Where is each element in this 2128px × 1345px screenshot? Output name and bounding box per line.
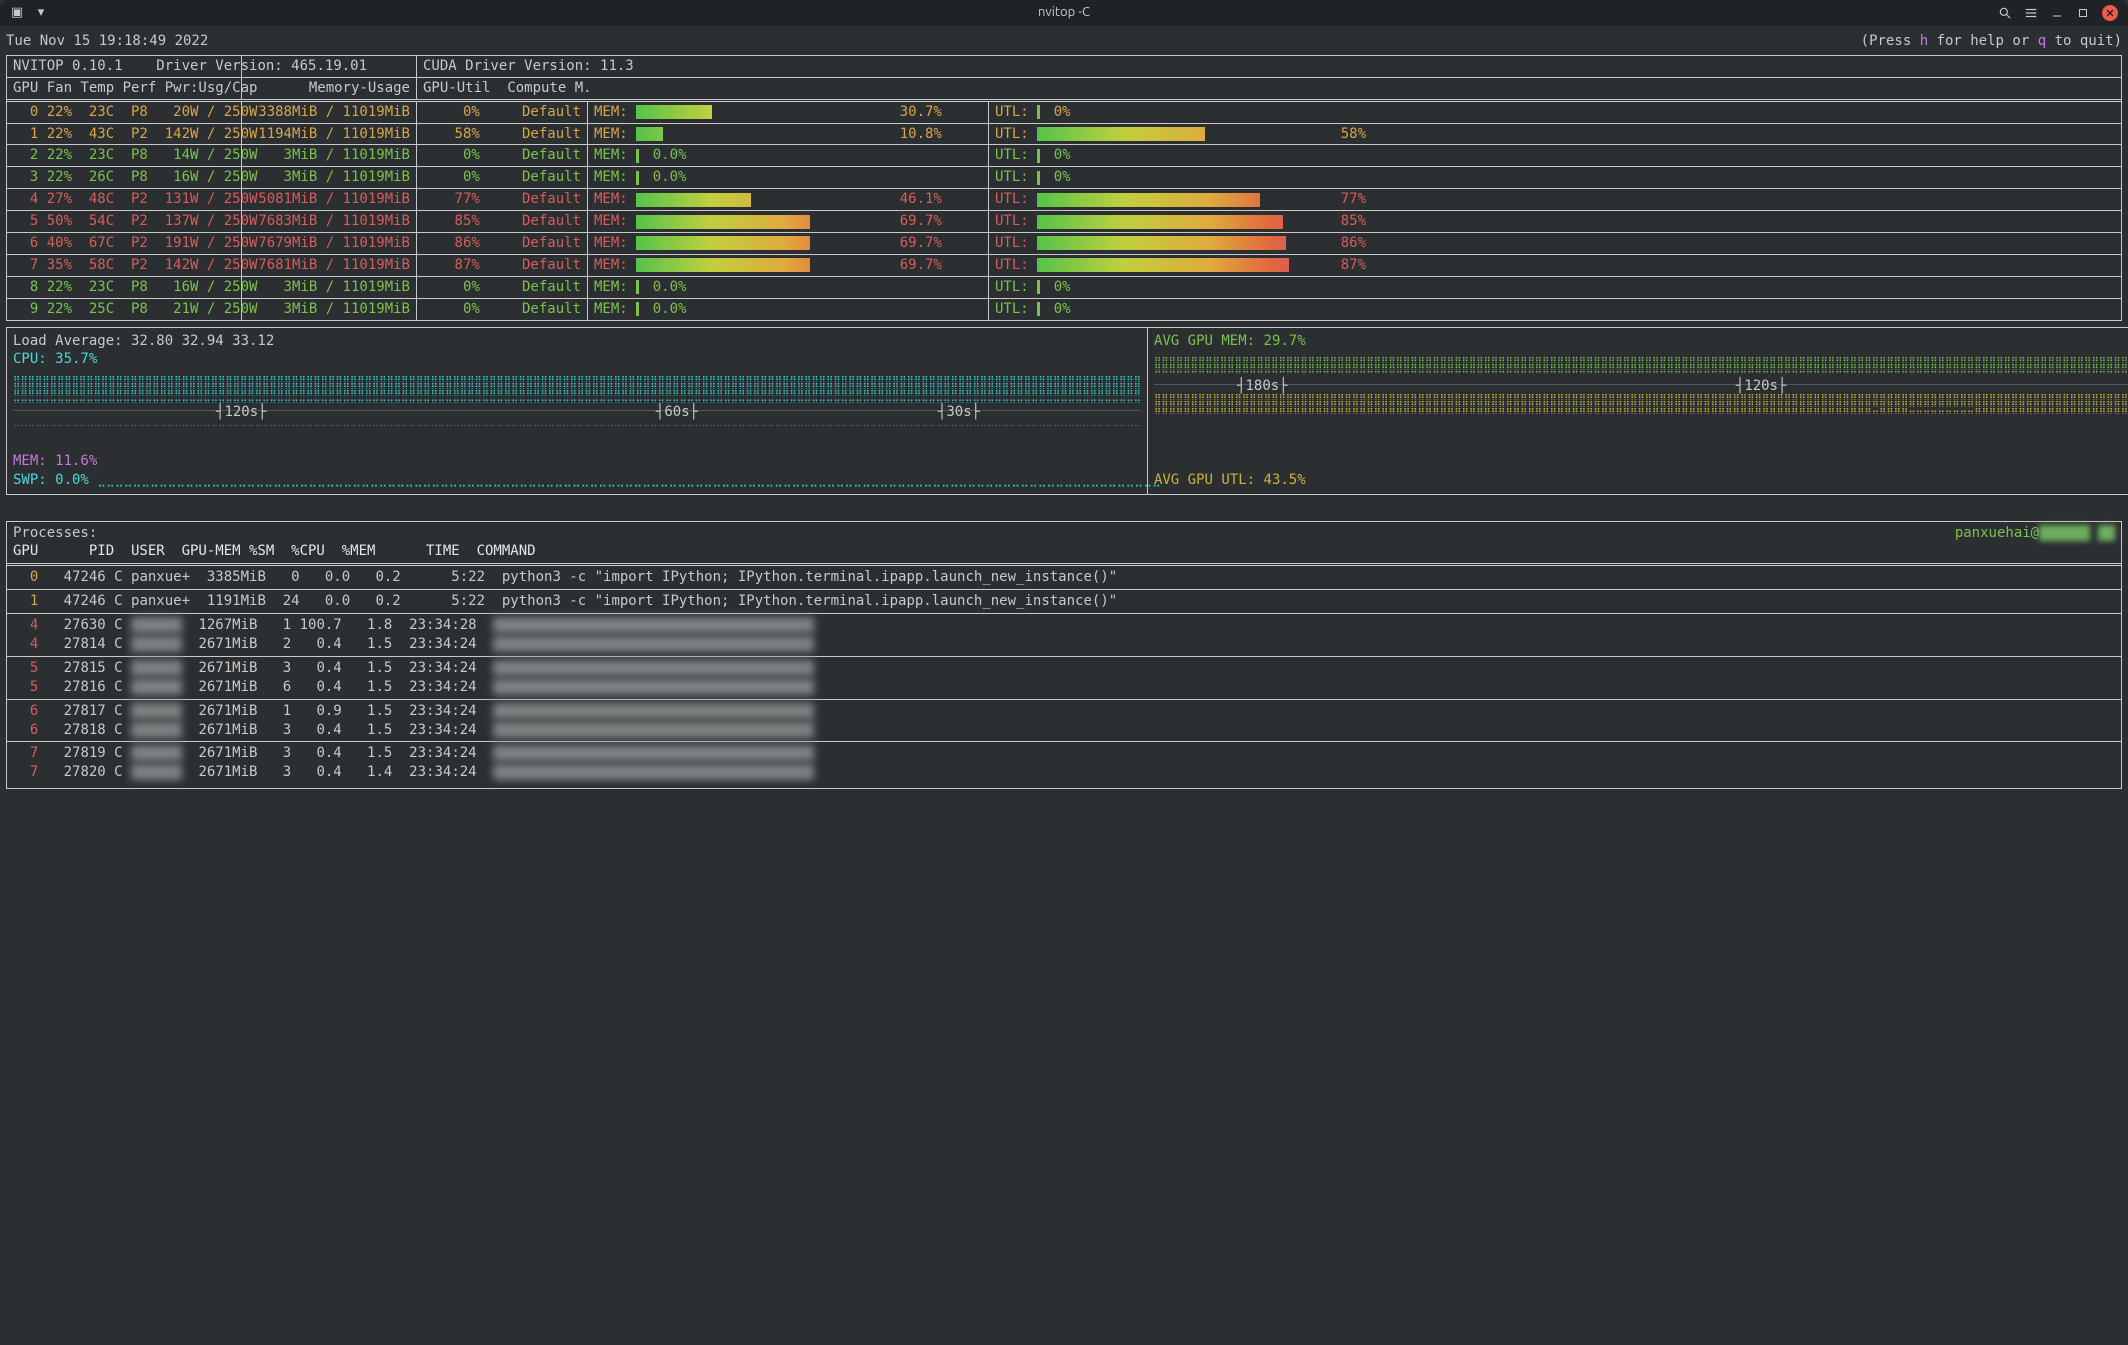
usage-bar [1037,236,1327,250]
process-row: 7 27820 C userxx 2671MiB 3 0.4 1.4 23:34… [13,763,2115,782]
minimize-icon[interactable] [2050,6,2064,20]
gpu-axis: ┤180s├┤120s├┤60s├┤30s├ [1154,377,2128,393]
bar-tick [636,280,639,294]
gpu-row: 5 50% 54C P2 137W / 250W 7683MiB / 11019… [7,210,2121,232]
process-row: 0 47246 C panxue+ 3385MiB 0 0.0 0.2 5:22… [13,568,2115,587]
gpu-row: 7 35% 58C P2 142W / 250W 7681MiB / 11019… [7,254,2121,276]
usage-bar [1037,127,1327,141]
usage-bar [1037,258,1327,272]
cpu-usage: CPU: 35.7% [13,350,1141,369]
window-title: nvitop -C [0,4,2128,22]
process-row: 5 27815 C userxx 2671MiB 3 0.4 1.5 23:34… [13,659,2115,678]
gpu-table-header2: GPU Fan Temp Perf Pwr:Usg/Cap Memory-Usa… [7,77,2121,99]
usage-bar [636,215,886,229]
process-row: 5 27816 C userxx 2671MiB 6 0.4 1.5 23:34… [13,678,2115,697]
gpu-row: 8 22% 23C P8 16W / 250W 3MiB / 11019MiB0… [7,276,2121,298]
bar-tick [1037,302,1040,316]
mem-usage: MEM: 11.6% [13,452,1141,471]
gpu-row: 9 22% 25C P8 21W / 250W 3MiB / 11019MiB0… [7,298,2121,320]
bar-tick [1037,105,1040,119]
gpu-avg-panel: AVG GPU MEM: 29.7% ⣿⣿⣿⣿⣿⣿⣿⣿⣿⣿⣿⣿⣿⣿⣿⣿⣿⣿⣿⣿⣿… [1148,327,2128,495]
app-window: ▣ ▾ nvitop -C Tue Nov 15 19:18:49 20 [0,0,2128,1345]
window-titlebar: ▣ ▾ nvitop -C [0,0,2128,26]
bar-tick [1037,280,1040,294]
user-host: panxuehai@hostnm [1955,524,2115,543]
terminal-body[interactable]: Tue Nov 15 19:18:49 2022 (Press h for he… [0,26,2128,795]
swp-usage: SWP: 0.0% [13,472,89,488]
quit-hint: (Press h for help or q to quit) [1861,32,2122,51]
processes-title: Processes: [13,524,97,543]
usage-bar [636,193,886,207]
process-row: 6 27817 C userxx 2671MiB 1 0.9 1.5 23:34… [13,702,2115,721]
usage-bar [636,258,886,272]
process-columns: GPU PID USER GPU-MEM %SM %CPU %MEM TIME … [13,542,2115,561]
chevron-down-icon[interactable]: ▾ [34,6,48,20]
gpu-row: 4 27% 48C P2 131W / 250W 5081MiB / 11019… [7,188,2121,210]
gpu-avg-sparkline: ⣿⣿⣿⣿⣿⣿⣿⣿⣿⣿⣿⣿⣿⣿⣿⣿⣿⣿⣿⣿⣿⣿⣿⣿⣿⣿⣿⣿⣿⣿⣿⣿⣿⣿⣿⣿⣿⣿⣿⣿… [1154,356,2128,420]
process-row: 4 27814 C userxx 2671MiB 2 0.4 1.5 23:34… [13,635,2115,654]
gpu-row: 1 22% 43C P2 142W / 250W 1194MiB / 11019… [7,123,2121,145]
usage-bar [636,105,886,119]
load-average: Load Average: 32.80 32.94 33.12 [13,332,1141,351]
process-row: 4 27630 C userxx 1267MiB 1 100.7 1.8 23:… [13,616,2115,635]
gpu-table-header1: NVITOP 0.10.1 Driver Version: 465.19.01 … [7,56,2121,77]
hamburger-menu-icon[interactable] [2024,6,2038,20]
gpu-table: NVITOP 0.10.1 Driver Version: 465.19.01 … [6,55,2122,321]
usage-bar [636,236,886,250]
cpu-axis: ┤120s├┤60s├┤30s├ [13,403,1141,419]
usage-bar [1037,193,1327,207]
usage-bar [1037,215,1327,229]
process-row: 6 27818 C userxx 2671MiB 3 0.4 1.5 23:34… [13,721,2115,740]
gpu-row: 6 40% 67C P2 191W / 250W 7679MiB / 11019… [7,232,2121,254]
process-row: 7 27819 C userxx 2671MiB 3 0.4 1.5 23:34… [13,744,2115,763]
bar-tick [1037,149,1040,163]
bar-tick [636,302,639,316]
process-table: Processes: panxuehai@hostnm GPU PID USER… [6,521,2122,790]
usage-bar [636,127,886,141]
gpu-row: 2 22% 23C P8 14W / 250W 3MiB / 11019MiB0… [7,144,2121,166]
avg-gpu-mem: AVG GPU MEM: 29.7% [1154,332,2128,351]
process-row: 1 47246 C panxue+ 1191MiB 24 0.0 0.2 5:2… [13,592,2115,611]
cpu-sparkline: ⣿⣿⣿⣿⣿⣿⣿⣿⣿⣿⣿⣿⣿⣿⣿⣿⣿⣿⣿⣿⣿⣿⣿⣿⣿⣿⣿⣿⣿⣿⣿⣿⣿⣿⣿⣿⣿⣿⣿⣿… [13,375,1141,439]
host-panels: Load Average: 32.80 32.94 33.12 CPU: 35.… [6,327,2122,495]
gpu-row: 3 22% 26C P8 16W / 250W 3MiB / 11019MiB0… [7,166,2121,188]
cpu-panel: Load Average: 32.80 32.94 33.12 CPU: 35.… [6,327,1148,495]
bar-tick [1037,171,1040,185]
gpu-row: 0 22% 23C P8 20W / 250W 3388MiB / 11019M… [7,99,2121,123]
search-icon[interactable] [1998,6,2012,20]
bar-tick [636,149,639,163]
bar-tick [636,171,639,185]
maximize-icon[interactable] [2076,6,2090,20]
close-icon[interactable] [2102,5,2118,21]
datetime: Tue Nov 15 19:18:49 2022 [6,32,208,51]
terminal-icon: ▣ [10,6,24,20]
avg-gpu-utl: AVG GPU UTL: 43.5% [1154,471,2128,490]
